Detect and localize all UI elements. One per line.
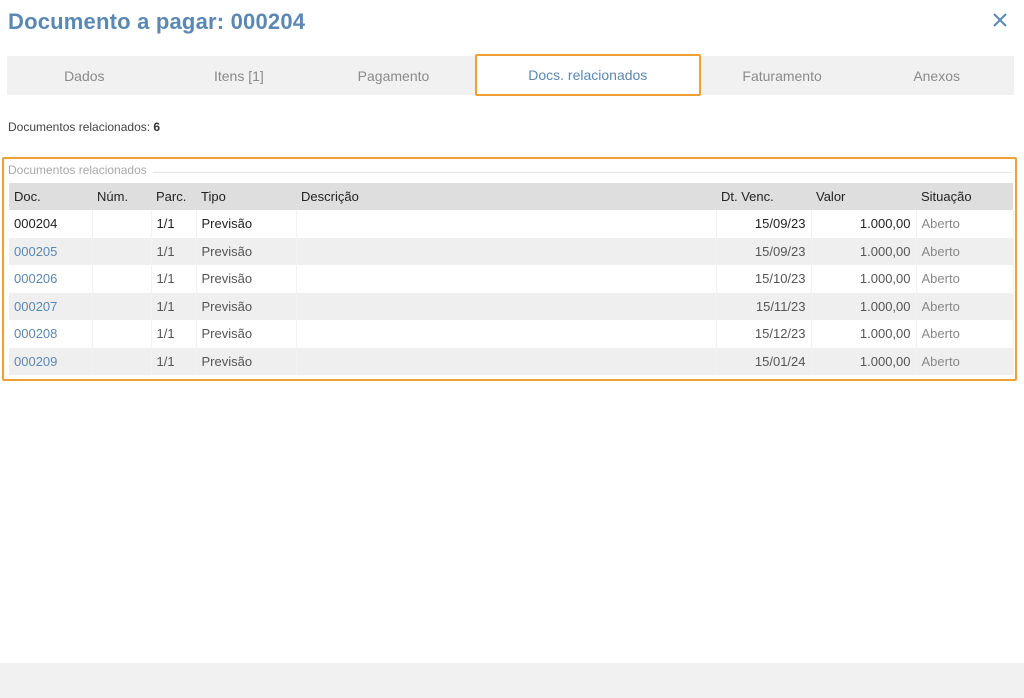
cell-tipo: Previsão [196, 320, 297, 348]
table-row[interactable]: 000207 1/1 Previsão 15/11/23 1.000,00 Aberto [9, 292, 1014, 320]
cell-tipo: Previsão [196, 237, 297, 265]
table-row[interactable]: 000205 1/1 Previsão 15/09/23 1.000,00 Aberto [9, 237, 1014, 265]
cell-descricao [296, 210, 717, 238]
cell-descricao [296, 237, 717, 265]
cell-situacao: Aberto [916, 292, 1014, 320]
tab-itens[interactable]: Itens [1] [162, 56, 317, 95]
cell-parc: 1/1 [151, 237, 197, 265]
related-count-summary: Documentos relacionados: 6 [8, 120, 160, 134]
table-header-row: Doc. Núm. Parc. Tipo Descrição Dt. Venc.… [9, 183, 1013, 210]
col-header-num[interactable]: Núm. [92, 183, 151, 210]
tab-anexos[interactable]: Anexos [859, 56, 1014, 95]
cell-descricao [296, 292, 717, 320]
cell-venc: 15/10/23 [716, 265, 812, 293]
cell-venc: 15/12/23 [716, 320, 812, 348]
col-header-descricao[interactable]: Descrição [296, 183, 716, 210]
cell-valor: 1.000,00 [811, 210, 917, 238]
cell-doc[interactable]: 000209 [9, 347, 93, 375]
cell-valor: 1.000,00 [811, 320, 917, 348]
related-documents-panel: Documentos relacionados Doc. Núm. Parc. … [2, 157, 1017, 381]
cell-num [92, 237, 152, 265]
related-count-label: Documentos relacionados: [8, 120, 151, 134]
cell-situacao: Aberto [916, 265, 1014, 293]
cell-venc: 15/09/23 [716, 237, 812, 265]
table-row[interactable]: 000209 1/1 Previsão 15/01/24 1.000,00 Aberto [9, 347, 1014, 375]
legend-divider [8, 172, 1011, 173]
cell-num [92, 320, 152, 348]
tab-dados[interactable]: Dados [7, 56, 162, 95]
cell-tipo: Previsão [196, 292, 297, 320]
close-button[interactable] [988, 8, 1012, 32]
cell-doc[interactable]: 000208 [9, 320, 93, 348]
table-row[interactable]: 000208 1/1 Previsão 15/12/23 1.000,00 Aberto [9, 320, 1014, 348]
cell-parc: 1/1 [151, 292, 197, 320]
cell-tipo: Previsão [196, 265, 297, 293]
cell-doc[interactable]: 000206 [9, 265, 93, 293]
cell-parc: 1/1 [151, 265, 197, 293]
cell-num [92, 210, 152, 238]
cell-descricao [296, 265, 717, 293]
cell-venc: 15/09/23 [716, 210, 812, 238]
cell-tipo: Previsão [196, 210, 297, 238]
cell-parc: 1/1 [151, 320, 197, 348]
cell-valor: 1.000,00 [811, 292, 917, 320]
col-header-doc[interactable]: Doc. [9, 183, 92, 210]
cell-valor: 1.000,00 [811, 237, 917, 265]
page-title: Documento a pagar: 000204 [8, 9, 306, 34]
col-header-valor[interactable]: Valor [811, 183, 916, 210]
cell-parc: 1/1 [151, 347, 197, 375]
cell-valor: 1.000,00 [811, 347, 917, 375]
col-header-situacao[interactable]: Situação [916, 183, 1013, 210]
cell-doc[interactable]: 000205 [9, 237, 93, 265]
cell-doc[interactable]: 000207 [9, 292, 93, 320]
cell-valor: 1.000,00 [811, 265, 917, 293]
cell-tipo: Previsão [196, 347, 297, 375]
cell-num [92, 347, 152, 375]
cell-situacao: Aberto [916, 210, 1014, 238]
col-header-dt-venc[interactable]: Dt. Venc. [716, 183, 811, 210]
col-header-parc[interactable]: Parc. [151, 183, 196, 210]
cell-venc: 15/11/23 [716, 292, 812, 320]
cell-descricao [296, 320, 717, 348]
col-header-tipo[interactable]: Tipo [196, 183, 296, 210]
cell-venc: 15/01/24 [716, 347, 812, 375]
cell-situacao: Aberto [916, 320, 1014, 348]
cell-descricao [296, 347, 717, 375]
tab-faturamento[interactable]: Faturamento [705, 56, 860, 95]
related-count-value: 6 [153, 120, 161, 134]
tab-pagamento[interactable]: Pagamento [316, 56, 471, 95]
cell-situacao: Aberto [916, 347, 1014, 375]
table-row[interactable]: 000204 1/1 Previsão 15/09/23 1.000,00 Aberto [9, 210, 1014, 238]
close-icon [993, 13, 1007, 27]
tab-docs-relacionados[interactable]: Docs. relacionados [474, 54, 701, 96]
cell-parc: 1/1 [151, 210, 197, 238]
cell-situacao: Aberto [916, 237, 1014, 265]
footer-bar [0, 663, 1024, 698]
related-documents-table: Doc. Núm. Parc. Tipo Descrição Dt. Venc.… [9, 183, 1014, 375]
cell-num [92, 265, 152, 293]
cell-doc: 000204 [9, 210, 93, 238]
tab-bar: Dados Itens [1] Pagamento Docs. relacion… [7, 54, 1014, 96]
cell-num [92, 292, 152, 320]
panel-legend: Documentos relacionados [8, 163, 153, 177]
table-row[interactable]: 000206 1/1 Previsão 15/10/23 1.000,00 Aberto [9, 265, 1014, 293]
